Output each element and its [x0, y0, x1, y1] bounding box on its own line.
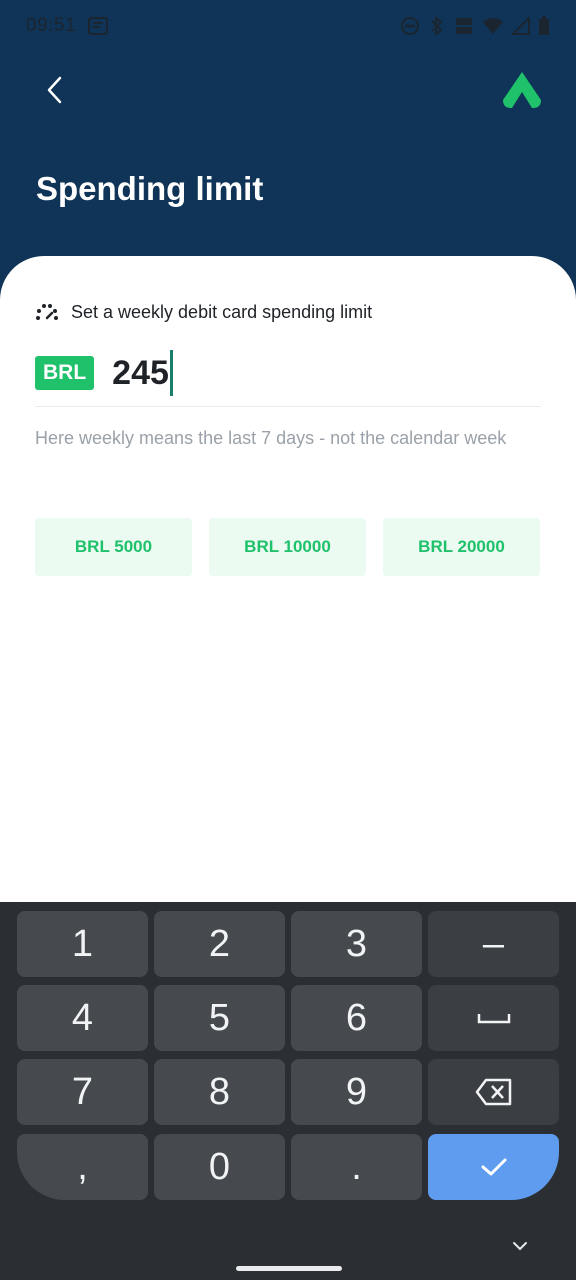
wifi-icon	[482, 17, 504, 35]
limit-label-row: Set a weekly debit card spending limit	[35, 302, 372, 323]
divider	[35, 406, 541, 407]
limit-card: Set a weekly debit card spending limit B…	[0, 256, 576, 902]
key-1[interactable]: 1	[17, 911, 148, 977]
key-comma[interactable]: ,	[17, 1134, 148, 1200]
key-done[interactable]	[428, 1134, 559, 1200]
key-4[interactable]: 4	[17, 985, 148, 1051]
amount-input[interactable]: 245	[112, 350, 173, 396]
key-3[interactable]: 3	[291, 911, 422, 977]
key-6[interactable]: 6	[291, 985, 422, 1051]
dnd-icon	[400, 16, 420, 36]
key-0[interactable]: 0	[154, 1134, 285, 1200]
back-button[interactable]	[36, 72, 72, 108]
key-5[interactable]: 5	[154, 985, 285, 1051]
currency-badge: BRL	[35, 356, 95, 390]
limit-label: Set a weekly debit card spending limit	[71, 302, 373, 322]
amount-row: BRL 245	[35, 350, 173, 396]
navigation-bar	[0, 1222, 576, 1280]
key-period[interactable]: .	[291, 1134, 422, 1200]
key-9[interactable]: 9	[291, 1059, 422, 1125]
signal-icon	[512, 17, 530, 35]
status-bar: 09:51	[0, 0, 576, 52]
page-title: Spending limit	[36, 170, 264, 207]
status-time: 09:51	[26, 15, 77, 36]
back-arrow-icon	[47, 76, 62, 104]
preset-options: BRL 5000 BRL 10000 BRL 20000	[35, 518, 540, 576]
volte-icon	[454, 16, 474, 36]
check-icon	[481, 1158, 506, 1176]
key-minus[interactable]: –	[428, 911, 559, 977]
brand-logo-icon	[503, 72, 541, 108]
hide-keyboard-chevron-icon[interactable]	[508, 1234, 532, 1258]
key-8[interactable]: 8	[154, 1059, 285, 1125]
text-caret	[169, 350, 173, 396]
preset-button-20000[interactable]: BRL 20000	[383, 518, 540, 576]
notification-icon	[88, 17, 109, 35]
header: Spending limit	[0, 52, 576, 282]
key-backspace[interactable]	[428, 1059, 559, 1125]
preset-button-10000[interactable]: BRL 10000	[209, 518, 366, 576]
key-space[interactable]	[428, 985, 559, 1051]
key-7[interactable]: 7	[17, 1059, 148, 1125]
backspace-icon	[475, 1078, 511, 1106]
bluetooth-icon	[428, 16, 446, 36]
space-icon	[477, 1014, 510, 1024]
key-2[interactable]: 2	[154, 911, 285, 977]
battery-icon	[538, 16, 550, 36]
home-indicator[interactable]	[236, 1266, 342, 1271]
preset-button-5000[interactable]: BRL 5000	[35, 518, 192, 576]
speedometer-icon	[36, 303, 58, 320]
amount-value: 245	[112, 353, 169, 392]
hint-text: Here weekly means the last 7 days - not …	[35, 428, 507, 448]
